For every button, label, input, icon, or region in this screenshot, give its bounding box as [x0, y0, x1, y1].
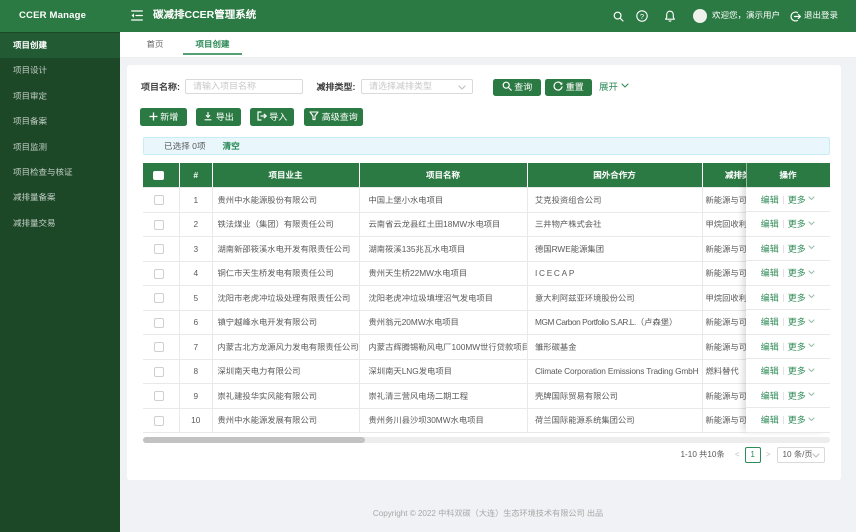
svg-text:?: ?: [640, 12, 644, 21]
